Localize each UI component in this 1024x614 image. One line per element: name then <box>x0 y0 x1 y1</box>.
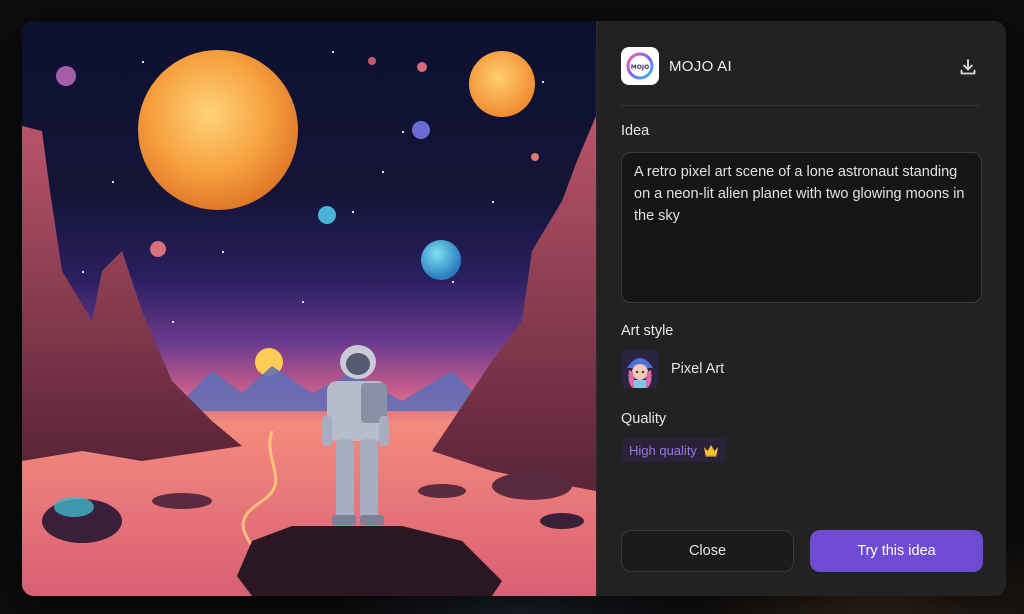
quality-value: High quality <box>629 442 697 458</box>
art-style-option: Pixel Art <box>621 350 724 388</box>
mojo-logo-icon: MOJO <box>626 52 654 80</box>
quality-badge: High quality <box>621 438 727 462</box>
download-button[interactable] <box>956 55 980 79</box>
pixel-art-scene <box>22 50 596 596</box>
idea-details-panel: MOJO MOJO AI Idea A retro pixel art scen… <box>596 21 1006 596</box>
mojo-ai-logo: MOJO <box>621 47 659 85</box>
download-icon <box>960 59 976 75</box>
close-button[interactable]: Close <box>621 530 794 572</box>
art-style-label: Art style <box>621 323 674 339</box>
art-style-name: Pixel Art <box>671 361 725 377</box>
idea-preview-modal: MOJO MOJO AI Idea A retro pixel art scen… <box>22 21 1006 596</box>
try-this-idea-button[interactable]: Try this idea <box>810 530 983 572</box>
app-name: MOJO AI <box>669 58 732 75</box>
idea-label: Idea <box>621 123 650 139</box>
generated-artwork <box>22 21 596 596</box>
art-style-thumbnail <box>621 350 659 388</box>
quality-label: Quality <box>621 411 667 427</box>
panel-header: MOJO MOJO AI <box>621 47 980 106</box>
svg-text:MOJO: MOJO <box>631 64 649 71</box>
idea-text-box[interactable]: A retro pixel art scene of a lone astron… <box>621 152 982 303</box>
crown-icon <box>703 445 718 457</box>
